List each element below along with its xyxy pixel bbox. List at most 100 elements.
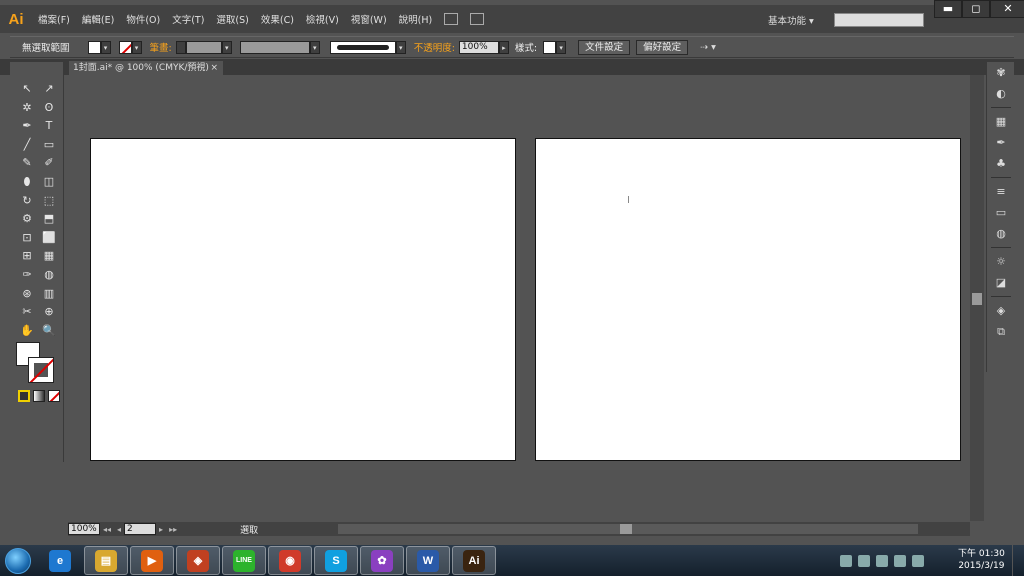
arrange-icon[interactable]: ⇢ ▾ (700, 42, 716, 53)
maximize-button[interactable]: ◻ (962, 0, 990, 18)
stroke-swatch[interactable] (118, 40, 132, 54)
variable-width-dropdown[interactable]: ▾ (309, 40, 320, 54)
opacity-field[interactable]: 100% (458, 40, 499, 54)
network-icon[interactable] (876, 554, 888, 567)
tool-9-icon[interactable]: ✐ (38, 154, 60, 173)
appearance-icon[interactable]: ☼ (987, 251, 1015, 272)
taskbar-media-button[interactable]: ▶ (130, 546, 174, 575)
artboards-icon[interactable]: ⧉ (987, 321, 1015, 342)
workspace-switcher[interactable]: 基本功能 ▾ (768, 13, 814, 27)
vertical-scroll-thumb[interactable] (972, 293, 982, 305)
artboard-number-field[interactable]: 2 (124, 523, 157, 535)
volume-icon[interactable] (894, 554, 906, 567)
stroke-label[interactable]: 筆畫: (142, 40, 176, 54)
show-desktop-button[interactable] (1012, 545, 1024, 576)
tool-3-icon[interactable]: ʘ (38, 99, 60, 118)
tool-4-icon[interactable]: ✒ (16, 117, 38, 136)
previous-artboard-button[interactable]: ◂ (114, 525, 124, 534)
taskbar-chrome-button[interactable]: ◉ (268, 546, 312, 575)
menu-edit[interactable]: 編輯(E) (76, 12, 120, 26)
palette-icon[interactable]: ✾ (987, 62, 1015, 83)
tool-6-icon[interactable]: ╱ (16, 136, 38, 155)
menu-select[interactable]: 選取(S) (210, 12, 254, 26)
brush-definition[interactable] (329, 40, 396, 54)
tool-20-icon[interactable]: ✑ (16, 266, 38, 285)
taskbar-line-button[interactable]: LINE (222, 546, 266, 575)
tool-18-icon[interactable]: ⊞ (16, 247, 38, 266)
tool-12-icon[interactable]: ↻ (16, 192, 38, 211)
graphic-style-swatch[interactable] (543, 40, 557, 54)
tool-5-icon[interactable]: T (38, 117, 60, 136)
color-guide-icon[interactable]: ◐ (987, 83, 1015, 104)
fill-swatch[interactable] (87, 40, 101, 54)
stroke-icon[interactable]: ≡ (987, 181, 1015, 202)
start-button[interactable] (0, 545, 36, 576)
variable-width-field[interactable] (239, 40, 310, 54)
tool-19-icon[interactable]: ▦ (38, 247, 60, 266)
document-setup-button[interactable]: 文件設定 (578, 39, 631, 55)
zoom-field[interactable]: 100% (68, 523, 100, 535)
menu-view[interactable]: 檢視(V) (300, 12, 345, 26)
menu-object[interactable]: 物件(O) (120, 12, 166, 26)
canvas-area[interactable] (68, 75, 970, 521)
menu-help[interactable]: 說明(H) (393, 12, 439, 26)
gradient-icon[interactable]: ▭ (987, 202, 1015, 223)
taskbar-picasa-button[interactable]: ✿ (360, 546, 404, 575)
layers-icon[interactable]: ◈ (987, 300, 1015, 321)
help-icon[interactable] (858, 554, 870, 567)
minimize-button[interactable]: ▬ (934, 0, 962, 18)
last-artboard-button[interactable]: ▸▸ (166, 525, 180, 534)
swatches-icon[interactable]: ▦ (987, 111, 1015, 132)
brushes-icon[interactable]: ✒ (987, 132, 1015, 153)
taskbar-explorer-button[interactable]: ▤ (84, 546, 128, 575)
tray-arrow-icon[interactable] (840, 554, 852, 567)
stroke-weight-stepper[interactable] (175, 40, 186, 54)
stroke-weight-field[interactable] (185, 40, 222, 54)
tool-11-icon[interactable]: ◫ (38, 173, 60, 192)
color-button[interactable] (18, 390, 30, 402)
tool-7-icon[interactable]: ▭ (38, 136, 60, 155)
tool-2-icon[interactable]: ✲ (16, 99, 38, 118)
brush-dropdown[interactable]: ▾ (395, 40, 406, 54)
arrange-documents-icon[interactable] (470, 13, 485, 25)
opacity-label[interactable]: 不透明度: (406, 40, 459, 54)
gradient-button[interactable] (33, 390, 45, 402)
tool-status-text[interactable]: 選取 (240, 523, 258, 536)
opacity-dropdown[interactable]: ▸ (498, 40, 509, 54)
close-button[interactable]: ✕ (990, 0, 1024, 18)
search-input[interactable] (834, 13, 924, 27)
taskbar-box-button[interactable]: ◈ (176, 546, 220, 575)
tool-15-icon[interactable]: ⬒ (38, 210, 60, 229)
menu-effect[interactable]: 效果(C) (255, 12, 300, 26)
fill-dropdown[interactable]: ▾ (100, 40, 111, 54)
tool-16-icon[interactable]: ⊡ (16, 229, 38, 248)
tool-21-icon[interactable]: ◍ (38, 266, 60, 285)
none-button[interactable] (48, 390, 60, 402)
tool-26-icon[interactable]: ✋ (16, 322, 38, 341)
next-artboard-button[interactable]: ▸ (156, 525, 166, 534)
graphic-style-dropdown[interactable]: ▾ (556, 40, 567, 54)
first-artboard-button[interactable]: ◂◂ (100, 525, 114, 534)
taskbar-illustrator-button[interactable]: Ai (452, 546, 496, 575)
tool-23-icon[interactable]: ▥ (38, 285, 60, 304)
stroke-dropdown[interactable]: ▾ (131, 40, 142, 54)
menu-type[interactable]: 文字(T) (166, 12, 210, 26)
vertical-scrollbar[interactable] (970, 75, 984, 521)
tool-17-icon[interactable]: ⬜ (38, 229, 60, 248)
tool-0-icon[interactable]: ↖ (16, 80, 38, 99)
artboard-2[interactable] (535, 138, 961, 461)
horizontal-scrollbar[interactable] (338, 524, 919, 534)
tool-1-icon[interactable]: ↗ (38, 80, 60, 99)
graphic-styles-icon[interactable]: ◪ (987, 272, 1015, 293)
tool-13-icon[interactable]: ⬚ (38, 192, 60, 211)
menu-window[interactable]: 視窗(W) (345, 12, 393, 26)
artboard-1[interactable] (90, 138, 516, 461)
signal-icon[interactable] (912, 554, 924, 567)
clock[interactable]: 下午 01:30 2015/3/19 (958, 548, 1005, 572)
tool-14-icon[interactable]: ⚙ (16, 210, 38, 229)
horizontal-scroll-thumb[interactable] (620, 524, 633, 534)
close-tab-icon[interactable]: × (210, 61, 218, 75)
stroke-weight-dropdown[interactable]: ▾ (221, 40, 232, 54)
symbols-icon[interactable]: ♣ (987, 153, 1015, 174)
preferences-button[interactable]: 偏好設定 (636, 39, 689, 55)
